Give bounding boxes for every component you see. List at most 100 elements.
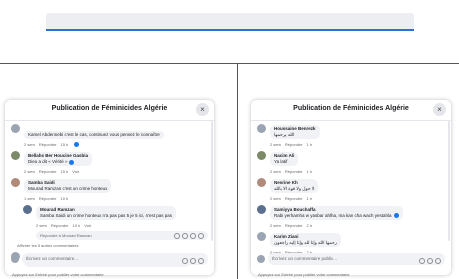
- comment-bubble: Nacim Ali Ya latif: [270, 152, 299, 166]
- comment-text: Samba Saidi un crime honteux n'a pas pas…: [40, 213, 173, 219]
- comment-bubble: Kamel Abdennebi c'est le cas, continuez …: [24, 131, 164, 139]
- reply-link[interactable]: Répondre: [39, 196, 57, 201]
- emoji-icon[interactable]: [419, 258, 425, 264]
- comment-actions: 1 sem Répondre 10 h: [24, 196, 208, 201]
- comment-text: Rabi yerhamha w yasbar ahlha, ma kan cha…: [274, 213, 399, 219]
- close-button[interactable]: ×: [196, 103, 209, 116]
- comment-time-secondary: 10 h: [60, 196, 69, 202]
- scrollbar[interactable]: [448, 121, 450, 241]
- comment-actions: 2 sem Répondre 1 h: [270, 169, 445, 174]
- gif-icon[interactable]: [435, 258, 441, 264]
- avatar[interactable]: [23, 205, 32, 215]
- comment-text: Ya latif: [274, 159, 288, 164]
- avatar[interactable]: [257, 151, 266, 160]
- comment-time-secondary: 2 h: [306, 223, 313, 228]
- footer-hint: Appuyez sur Entrée pour publier votre co…: [12, 272, 104, 277]
- comment-bubble: Houssaine Benrezk الله يرحمها: [270, 125, 320, 139]
- comment-bubble: Samba Saidi Mourad Ramzan c'est un crime…: [24, 179, 112, 194]
- comment-time-secondary: 1 h: [306, 169, 313, 174]
- comment-bubble: Bellahs Ber Houcine Gasbia Dieu a dit « …: [24, 152, 93, 167]
- gif-icon[interactable]: [198, 258, 204, 264]
- comment-time-secondary: 1 h: [306, 196, 313, 201]
- avatar[interactable]: [257, 124, 266, 133]
- comment-placeholder: Écrivez un commentaire...: [26, 256, 79, 261]
- comment-input[interactable]: Écrivez un commentaire...: [22, 253, 208, 265]
- reply-link[interactable]: Répondre: [285, 223, 303, 228]
- comment-text: Mourad Ramzan c'est un crime honteux: [28, 186, 108, 192]
- emoji-icon[interactable]: [174, 233, 180, 240]
- comment-text: Kamel Abdennebi c'est le cas, continuez …: [28, 132, 160, 137]
- comment-text: Dieu a dit « Vérité »: [28, 159, 88, 165]
- reply-link[interactable]: Répondre: [39, 142, 57, 147]
- comment-time: 2 sem: [270, 142, 281, 147]
- emoji-icon[interactable]: [182, 258, 188, 264]
- dialog-title: Publication de Féminicides Algérie: [51, 105, 168, 112]
- user-avatar: [11, 255, 19, 263]
- avatar[interactable]: [11, 151, 20, 161]
- comment-text: لا حول ولا قوة الا بالله: [274, 186, 315, 191]
- like-reaction-icon: [393, 213, 399, 219]
- camera-icon[interactable]: [190, 258, 196, 264]
- comment-actions: 2 sem Répondre 1 h: [270, 142, 445, 147]
- reply-link[interactable]: Répondre: [39, 169, 57, 174]
- dialog-header: Publication de Féminicides Algérie ×: [251, 100, 451, 121]
- comment: Houssaine Benrezk الله يرحمها 2 sem Répon…: [257, 123, 445, 147]
- see-link[interactable]: Voir: [84, 223, 91, 228]
- comment-actions: 2 sem Répondre 1 h: [270, 196, 445, 201]
- avatar[interactable]: [257, 205, 266, 214]
- see-link[interactable]: Voir: [72, 169, 79, 174]
- avatar[interactable]: [11, 124, 20, 133]
- avatar[interactable]: [11, 178, 20, 188]
- comment-time: 1 sem: [24, 196, 35, 202]
- comment-text: الله يرحمها: [274, 132, 295, 137]
- sticker-icon[interactable]: [198, 233, 204, 240]
- comment-text: رحمها الله وإنا لله وإنا إليه راجعون: [274, 240, 337, 245]
- left-panel: Publication de Féminicides Algérie × Kam…: [0, 64, 238, 279]
- close-button[interactable]: ×: [433, 103, 446, 116]
- comment-actions: 2 sem Répondre 15 h Voir: [24, 169, 208, 174]
- comment-input-row: Écrivez un commentaire...: [11, 253, 208, 265]
- comment-time-secondary: 15 h: [60, 169, 69, 175]
- comment-input[interactable]: Écrivez un commentaire public...: [268, 253, 445, 265]
- comment-time-secondary: 15 h: [60, 142, 69, 147]
- comment-time: 2 sem: [24, 169, 35, 175]
- user-avatar: [257, 255, 265, 263]
- avatar[interactable]: [257, 178, 266, 187]
- comment-bubble: Nesrine Kh لا حول ولا قوة الا بالله: [270, 179, 319, 193]
- scrollbar[interactable]: [211, 121, 213, 241]
- comment-list: Houssaine Benrezk الله يرحمها 2 sem Répon…: [251, 121, 451, 260]
- comment-time: 2 sem: [270, 169, 281, 174]
- comment-time: 2 sem: [270, 196, 281, 201]
- reply-placeholder: Répondre à Mourad Ramzan: [40, 233, 92, 239]
- comment-time: 2 sem: [24, 142, 35, 147]
- camera-icon[interactable]: [182, 233, 188, 240]
- right-panel: Publication de Féminicides Algérie × Hou…: [239, 64, 459, 279]
- comment: Samiyya Bouchaffa Rabi yerhamha w yasbar…: [257, 204, 445, 228]
- comment-list: Kamel Abdennebi c'est le cas, continuez …: [5, 121, 214, 274]
- reply-link[interactable]: Répondre: [285, 196, 303, 201]
- footer-hint: Appuyez sur Entrée pour publier votre co…: [258, 272, 350, 277]
- comment-time: 2 sem: [270, 223, 281, 228]
- comment-time: 2 sem: [36, 223, 47, 229]
- comment-input-row: Écrivez un commentaire public...: [257, 253, 445, 265]
- comment: Bellahs Ber Houcine Gasbia Dieu a dit « …: [11, 150, 208, 174]
- camera-icon[interactable]: [427, 258, 433, 264]
- avatar[interactable]: [257, 232, 266, 241]
- view-more-comments-link[interactable]: Afficher les 5 autres commentaires: [17, 243, 208, 248]
- comment-placeholder: Écrivez un commentaire public...: [272, 256, 338, 261]
- reply-link[interactable]: Répondre: [51, 223, 69, 228]
- gif-icon[interactable]: [190, 233, 196, 240]
- comment-bubble: Karim Ziani رحمها الله وإنا لله وإنا إلي…: [270, 233, 341, 247]
- reply-link[interactable]: Répondre: [285, 169, 303, 174]
- post-dialog-left: Publication de Féminicides Algérie × Kam…: [5, 100, 214, 275]
- comment-bubble: Samiyya Bouchaffa Rabi yerhamha w yasbar…: [270, 206, 403, 220]
- reply-tools: [172, 233, 204, 242]
- verified-badge-icon: [68, 159, 74, 165]
- dialog-title: Publication de Féminicides Algérie: [293, 105, 409, 112]
- like-reaction-icon: [74, 142, 80, 148]
- reply-link[interactable]: Répondre: [285, 142, 303, 147]
- dialog-header: Publication de Féminicides Algérie ×: [5, 100, 214, 121]
- loading-indicator: [46, 29, 414, 31]
- comment-reply: Mourad Ramzan Samba Saidi un crime honte…: [23, 204, 208, 228]
- reply-input[interactable]: Répondre à Mourad Ramzan: [36, 231, 208, 242]
